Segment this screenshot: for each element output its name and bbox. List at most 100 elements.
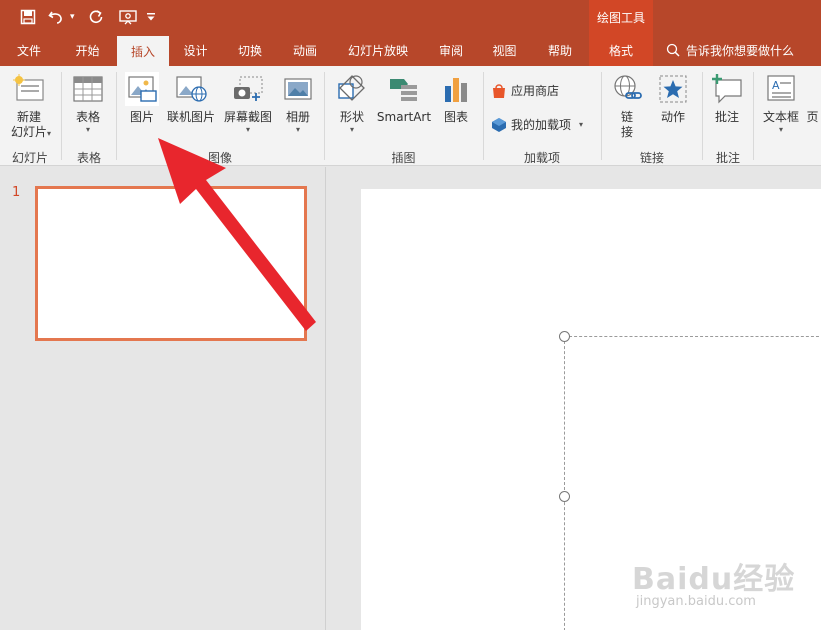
- present-icon[interactable]: [114, 6, 142, 28]
- online-picture-button[interactable]: 联机图片: [165, 72, 217, 125]
- new-slide-button[interactable]: 新建 幻灯片: [6, 72, 52, 140]
- new-slide-icon: [12, 72, 46, 106]
- group-label-addins: 加载项: [523, 151, 560, 165]
- online-picture-icon: [174, 72, 208, 106]
- picture-label: 图片: [129, 110, 154, 124]
- group-label-images: 图像: [207, 151, 232, 165]
- online-picture-label: 联机图片: [166, 110, 215, 124]
- link-icon: [610, 72, 644, 106]
- customize-icon[interactable]: [142, 6, 160, 28]
- store-icon: [491, 83, 507, 99]
- action-label: 动作: [660, 110, 685, 124]
- new-slide-dropdown-icon[interactable]: ▾: [47, 129, 51, 138]
- watermark-logo: Baidu经验: [632, 562, 796, 597]
- group-separator: [702, 72, 703, 160]
- my-addins-dropdown-icon: ▾: [579, 120, 584, 129]
- table-icon: [71, 72, 105, 106]
- watermark-url: jingyan.baidu.com: [636, 594, 756, 609]
- tab-help[interactable]: 帮助: [531, 34, 589, 66]
- quick-access-toolbar: ▾: [14, 6, 160, 28]
- action-star-icon: [656, 72, 690, 106]
- watermark: Baidu经验 jingyan.baidu.com: [626, 550, 816, 620]
- tab-view[interactable]: 视图: [478, 34, 531, 66]
- shapes-dropdown-icon: ▾: [349, 125, 354, 134]
- screenshot-label: 屏幕截图: [223, 110, 272, 124]
- store-label: 应用商店: [511, 84, 560, 98]
- group-label-slides: 幻灯片: [11, 151, 48, 165]
- photo-album-label: 相册: [285, 110, 310, 124]
- chart-icon: [439, 72, 473, 106]
- group-separator: [753, 72, 754, 160]
- store-button[interactable]: 应用商店: [491, 82, 559, 99]
- redo-icon[interactable]: [82, 6, 110, 28]
- screenshot-icon: [231, 72, 265, 106]
- new-slide-label-2: 幻灯片: [10, 125, 47, 139]
- save-icon[interactable]: [14, 6, 42, 28]
- smartart-label: SmartArt: [376, 110, 432, 124]
- tab-format[interactable]: 格式: [589, 34, 653, 66]
- group-separator: [601, 72, 602, 160]
- chart-button[interactable]: 图表: [438, 72, 474, 125]
- new-slide-label-1: 新建: [16, 110, 41, 124]
- screenshot-dropdown-icon: ▾: [245, 125, 250, 134]
- comment-button[interactable]: 批注: [708, 72, 746, 125]
- lightbulb-icon: [666, 43, 680, 57]
- tab-home[interactable]: 开始: [58, 34, 117, 66]
- chart-label: 图表: [443, 110, 468, 124]
- link-label-2: 接: [620, 125, 633, 139]
- comment-label: 批注: [714, 110, 739, 124]
- tab-transitions[interactable]: 切换: [222, 34, 278, 66]
- action-button[interactable]: 动作: [654, 72, 692, 125]
- header-footer-label: 页: [806, 110, 819, 124]
- group-separator: [324, 72, 325, 160]
- textbox-icon: A: [764, 72, 798, 106]
- textbox-button[interactable]: A 文本框 ▾: [759, 72, 803, 135]
- comment-icon: [710, 72, 744, 106]
- textbox-dropdown-icon: ▾: [778, 125, 783, 134]
- undo-dropdown-icon[interactable]: ▾: [70, 12, 78, 22]
- group-label-tables: 表格: [76, 151, 101, 165]
- tab-animations[interactable]: 动画: [278, 34, 332, 66]
- tell-me-box[interactable]: 告诉我你想要做什么: [666, 34, 794, 66]
- photo-album-dropdown-icon: ▾: [295, 125, 300, 134]
- tab-insert[interactable]: 插入: [117, 36, 169, 66]
- group-separator: [483, 72, 484, 160]
- textbox-label: 文本框: [762, 110, 799, 124]
- header-footer-button[interactable]: 页: [804, 72, 821, 125]
- table-dropdown-icon: ▾: [85, 125, 90, 134]
- tab-slideshow[interactable]: 幻灯片放映: [332, 34, 424, 66]
- group-separator: [116, 72, 117, 160]
- resize-handle-top-left[interactable]: [559, 331, 570, 342]
- my-addins-label: 我的加载项: [511, 118, 572, 132]
- screenshot-button[interactable]: 屏幕截图 ▾: [220, 72, 276, 135]
- shapes-label: 形状: [339, 110, 364, 124]
- group-label-illustrations: 插图: [391, 151, 416, 165]
- photo-album-icon: [281, 72, 315, 106]
- shapes-button[interactable]: 形状 ▾: [332, 72, 372, 135]
- undo-icon[interactable]: [42, 6, 70, 28]
- link-label-1: 链: [620, 110, 633, 124]
- table-button[interactable]: 表格 ▾: [68, 72, 108, 135]
- picture-icon: [125, 72, 159, 106]
- slide-thumbnail[interactable]: [35, 186, 307, 341]
- drawing-tools-header: 绘图工具: [589, 0, 653, 34]
- svg-text:A: A: [772, 79, 780, 92]
- resize-handle-left[interactable]: [559, 491, 570, 502]
- title-bar: ▾ 绘图工具: [0, 0, 821, 34]
- photo-album-button[interactable]: 相册 ▾: [280, 72, 316, 135]
- my-addins-icon: [491, 117, 507, 133]
- ribbon-insert: 新建 幻灯片 ▾ 幻灯片 表格 ▾ 表格 图片 联机图片 屏幕截图 ▾ 相册 ▾…: [0, 66, 821, 166]
- tab-review[interactable]: 审阅: [424, 34, 478, 66]
- smartart-button[interactable]: SmartArt: [374, 72, 434, 125]
- link-button[interactable]: 链 接: [608, 72, 646, 140]
- smartart-icon: [387, 72, 421, 106]
- group-label-links: 链接: [639, 151, 664, 165]
- tab-file[interactable]: 文件: [0, 34, 58, 66]
- my-addins-button[interactable]: 我的加载项 ▾: [491, 116, 583, 133]
- picture-button[interactable]: 图片: [122, 72, 162, 125]
- group-separator: [61, 72, 62, 160]
- table-label: 表格: [75, 110, 100, 124]
- tell-me-text: 告诉我你想要做什么: [686, 43, 795, 58]
- tab-design[interactable]: 设计: [169, 34, 222, 66]
- slide-number: 1: [12, 185, 21, 200]
